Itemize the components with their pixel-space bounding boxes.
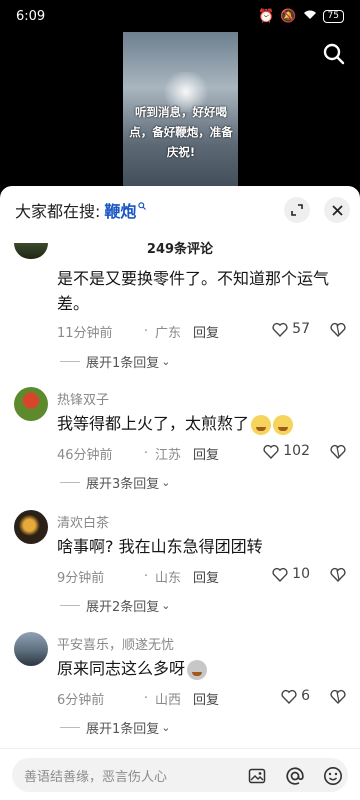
reply-button[interactable]: 回复: [193, 567, 219, 586]
heart-icon: [281, 689, 297, 704]
video-thumbnail[interactable]: 听到消息，好好喝点，备好鞭炮，准备庆祝!: [123, 32, 238, 192]
comment-input-bar: 善语结善缘，恶言伤人心: [0, 748, 360, 800]
video-caption: 听到消息，好好喝点，备好鞭炮，准备庆祝!: [129, 105, 233, 159]
expand-replies[interactable]: 展开2条回复 ⌄: [60, 596, 171, 615]
emoji-icon[interactable]: [322, 765, 344, 787]
chevron-down-icon: ⌄: [161, 721, 171, 734]
status-bar: 6:09 ⏰ 🔕 75: [0, 0, 360, 32]
reply-button[interactable]: 回复: [193, 689, 219, 708]
video-player[interactable]: 听到消息，好好喝点，备好鞭炮，准备庆祝!: [0, 32, 360, 192]
mute-icon: 🔕: [280, 8, 297, 24]
trending-search-prefix: 大家都在搜:: [15, 202, 101, 221]
expand-replies-label: 展开3条回复: [86, 477, 160, 492]
comment-text: 我等得都上火了，太煎熬了: [57, 414, 250, 433]
avatar[interactable]: [14, 632, 48, 666]
comment-sheet: 大家都在搜: 鞭炮 249条评论 是不是又要换零件了。不知道那个运气差。 11分…: [0, 186, 360, 800]
alarm-off-icon: ⏰: [258, 8, 275, 24]
like-button[interactable]: 57: [272, 321, 310, 337]
comment-meta: 11分钟前 · 广东 回复: [57, 321, 357, 341]
trending-search-term[interactable]: 鞭炮: [104, 198, 136, 222]
comment-input-placeholder: 善语结善缘，恶言伤人心: [24, 769, 168, 785]
divider-line: [60, 482, 80, 483]
comment-meta: 46分钟前 · 江苏 回复: [57, 443, 357, 463]
comment-time: 6分钟前: [57, 692, 105, 708]
comment-region: 山西: [155, 692, 182, 708]
comment-content: 是不是又要换零件了。不知道那个运气差。: [57, 269, 330, 313]
like-count: 6: [301, 688, 310, 704]
expand-replies[interactable]: 展开1条回复 ⌄: [60, 718, 171, 737]
like-button[interactable]: 6: [281, 688, 310, 704]
comment-meta: 6分钟前 · 山西 回复: [57, 688, 357, 708]
heart-icon: [263, 444, 279, 459]
close-icon[interactable]: [324, 197, 350, 223]
comment-meta: 9分钟前 · 山东 回复: [57, 566, 357, 586]
meta-dot: ·: [143, 323, 149, 339]
dislike-icon[interactable]: [330, 689, 346, 708]
at-mention-icon[interactable]: [284, 765, 306, 787]
expand-replies-label: 展开1条回复: [86, 722, 160, 737]
comment-content: 我等得都上火了，太煎熬了: [57, 411, 347, 436]
battery-icon: 75: [322, 9, 344, 23]
like-button[interactable]: 10: [272, 566, 310, 582]
like-count: 10: [292, 566, 310, 582]
comment-count: 249条评论: [146, 242, 214, 257]
expand-icon[interactable]: [284, 197, 310, 223]
comment-username[interactable]: 清欢白茶: [57, 512, 109, 531]
cat-emoji: [187, 659, 208, 680]
search-icon[interactable]: [322, 42, 346, 66]
meta-dot: ·: [143, 445, 149, 461]
dislike-icon[interactable]: [330, 444, 346, 463]
comment-time: 11分钟前: [57, 325, 113, 341]
search-mini-icon: [138, 201, 147, 213]
divider-line: [60, 727, 80, 728]
comment-text: 原来同志这么多呀: [57, 659, 186, 678]
status-icons: ⏰ 🔕 75: [258, 9, 344, 24]
comment-time: 46分钟前: [57, 447, 113, 463]
like-count: 102: [283, 443, 310, 459]
crying-face-emoji: [273, 414, 294, 435]
comment-region: 山东: [155, 570, 182, 586]
like-count: 57: [292, 321, 310, 337]
comment-content: 原来同志这么多呀: [57, 656, 347, 681]
heart-icon: [272, 322, 288, 337]
reply-button[interactable]: 回复: [193, 444, 219, 463]
like-button[interactable]: 102: [263, 443, 310, 459]
dislike-icon[interactable]: [330, 567, 346, 586]
comment-region: 广东: [155, 325, 182, 341]
avatar[interactable]: [14, 387, 48, 421]
expand-replies-label: 展开1条回复: [86, 356, 160, 371]
reply-button[interactable]: 回复: [193, 322, 219, 341]
meta-dot: ·: [143, 690, 149, 706]
chevron-down-icon: ⌄: [161, 599, 171, 612]
chevron-down-icon: ⌄: [161, 476, 171, 489]
comment-username[interactable]: 热锋双子: [57, 389, 109, 408]
avatar[interactable]: [14, 510, 48, 544]
divider-line: [60, 361, 80, 362]
status-time: 6:09: [16, 8, 46, 24]
expand-replies[interactable]: 展开3条回复 ⌄: [60, 473, 171, 492]
comment-content: 啥事啊? 我在山东急得团团转: [57, 537, 263, 556]
comment-region: 江苏: [155, 447, 182, 463]
chevron-down-icon: ⌄: [161, 355, 171, 368]
heart-icon: [272, 567, 288, 582]
comment-username[interactable]: 平安喜乐，顺遂无忧: [57, 634, 174, 653]
expand-replies[interactable]: 展开1条回复 ⌄: [60, 352, 171, 371]
expand-replies-label: 展开2条回复: [86, 600, 160, 615]
meta-dot: ·: [143, 568, 149, 584]
divider-line: [60, 605, 80, 606]
comment-time: 9分钟前: [57, 570, 105, 586]
wifi-icon: [303, 9, 317, 24]
dislike-icon[interactable]: [330, 322, 346, 341]
crying-face-emoji: [251, 414, 272, 435]
image-icon[interactable]: [246, 765, 268, 787]
